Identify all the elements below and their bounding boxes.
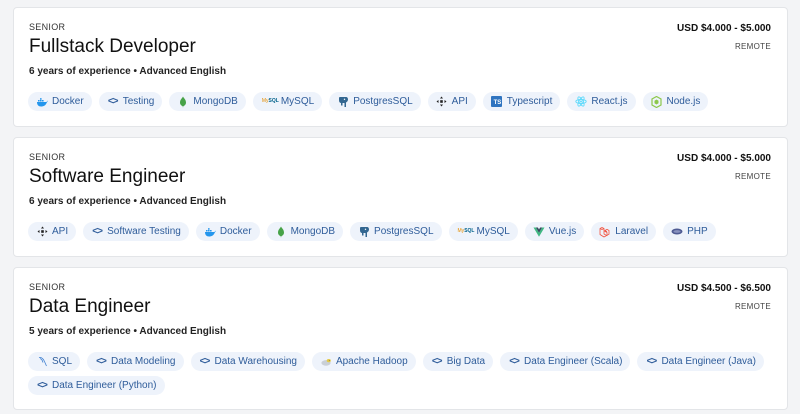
work-location: REMOTE [734, 172, 771, 181]
api-icon [436, 96, 448, 108]
salary-range: USD $4.000 - $5.000 [677, 23, 771, 34]
typescript-icon: TS [491, 96, 503, 108]
postgresql-icon [337, 96, 349, 108]
skill-tag-php[interactable]: PHP [663, 222, 716, 241]
code-icon: <> [509, 355, 520, 367]
api-icon [36, 226, 48, 238]
job-card[interactable]: SENIOR Data Engineer 5 years of experien… [13, 267, 788, 410]
skill-tag-sql[interactable]: SQL [28, 352, 81, 371]
skill-tag-postgressql[interactable]: PostgresSQL [350, 222, 442, 241]
skill-tag-label: Testing [122, 96, 155, 107]
skill-tag-docker[interactable]: Docker [28, 92, 92, 111]
job-title[interactable]: Data Engineer [29, 296, 150, 318]
skill-tag-react-js[interactable]: React.js [567, 92, 636, 111]
skill-tag-vue-js[interactable]: Vue.js [524, 222, 585, 241]
job-requirements: 6 years of experience • Advanced English [29, 66, 227, 77]
skill-tag-label: Data Engineer (Scala) [524, 356, 623, 367]
skill-tags: SQL <> Data Modeling <> Data Warehousing Apac… [28, 352, 768, 395]
code-icon: <> [199, 355, 211, 367]
salary-range: USD $4.000 - $5.000 [677, 153, 771, 164]
skill-tag-label: SQL [52, 356, 73, 367]
job-requirements: 5 years of experience • Advanced English [29, 326, 227, 337]
skill-tag-typescript[interactable]: TS Typescript [482, 92, 561, 111]
skill-tag-data-engineer-scala[interactable]: <> Data Engineer (Scala) [500, 352, 631, 371]
skill-tag-testing[interactable]: <> Testing [98, 92, 163, 111]
react-icon [575, 96, 588, 108]
mongodb-icon [177, 96, 189, 108]
sql-icon [36, 356, 48, 368]
job-title[interactable]: Fullstack Developer [29, 36, 196, 58]
skill-tag-label: MongoDB [290, 226, 336, 237]
skill-tag-label: Data Warehousing [214, 356, 297, 367]
skill-tag-label: MySQL [280, 96, 315, 107]
skill-tags: API <> Software Testing Docker MongoDB Postgr… [28, 222, 768, 241]
postgresql-icon [358, 226, 370, 238]
code-icon: <> [646, 355, 658, 367]
skill-tag-mysql[interactable]: MySQL MySQL [448, 222, 518, 241]
skill-tag-label: MongoDB [193, 96, 238, 107]
skill-tag-big-data[interactable]: <> Big Data [422, 352, 494, 371]
skill-tag-label: PHP [687, 226, 708, 237]
salary-range: USD $4.500 - $6.500 [677, 283, 771, 294]
skill-tag-data-engineer-python[interactable]: <> Data Engineer (Python) [28, 376, 165, 395]
vue-icon [533, 226, 545, 238]
skill-tag-docker[interactable]: Docker [195, 222, 260, 241]
hadoop-icon [320, 356, 332, 368]
seniority-level: SENIOR [29, 152, 66, 162]
skill-tag-label: API [451, 96, 468, 107]
code-icon: <> [431, 355, 443, 367]
skill-tag-data-warehousing[interactable]: <> Data Warehousing [190, 352, 305, 371]
skill-tag-label: API [52, 226, 69, 237]
skill-tag-label: Docker [219, 226, 252, 237]
mysql-icon: MySQL [457, 228, 475, 234]
skill-tag-label: Laravel [615, 226, 649, 237]
skill-tag-node-js[interactable]: Node.js [642, 92, 709, 111]
skill-tag-label: Data Engineer (Python) [52, 380, 157, 391]
skill-tag-laravel[interactable]: Laravel [591, 222, 657, 241]
job-card[interactable]: SENIOR Software Engineer 6 years of expe… [13, 137, 788, 257]
code-icon: <> [37, 379, 48, 391]
docker-icon [36, 96, 48, 108]
skill-tag-label: MySQL [476, 226, 510, 237]
code-icon: <> [96, 355, 107, 367]
skill-tag-software-testing[interactable]: <> Software Testing [83, 222, 189, 241]
seniority-level: SENIOR [29, 22, 66, 32]
seniority-level: SENIOR [29, 282, 66, 292]
job-title[interactable]: Software Engineer [29, 166, 185, 188]
skill-tag-label: Node.js [666, 96, 701, 107]
code-icon: <> [107, 95, 119, 107]
work-location: REMOTE [734, 42, 771, 51]
skill-tag-label: Data Modeling [111, 356, 176, 367]
mongodb-icon [275, 226, 287, 238]
skill-tag-label: Software Testing [107, 226, 181, 237]
docker-icon [204, 226, 216, 238]
skill-tag-data-modeling[interactable]: <> Data Modeling [87, 352, 184, 371]
skill-tag-label: PostgresSQL [353, 96, 413, 107]
skill-tag-api[interactable]: API [28, 222, 77, 241]
skill-tag-label: Data Engineer (Java) [661, 356, 756, 367]
skill-tag-postgressql[interactable]: PostgresSQL [329, 92, 421, 111]
skill-tag-mongodb[interactable]: MongoDB [169, 92, 246, 111]
job-requirements: 6 years of experience • Advanced English [29, 196, 227, 207]
php-icon [671, 226, 683, 238]
nodejs-icon [651, 95, 663, 108]
skill-tag-label: Apache Hadoop [335, 356, 408, 367]
skill-tag-mysql[interactable]: MySQL MySQL [252, 92, 323, 111]
mysql-icon: MySQL [261, 98, 279, 104]
skill-tag-label: Docker [52, 96, 84, 107]
code-icon: <> [92, 225, 103, 237]
skill-tag-data-engineer-java[interactable]: <> Data Engineer (Java) [637, 352, 764, 371]
skill-tags: Docker <> Testing MongoDB MySQL MySQL Postgres… [28, 92, 768, 111]
skill-tag-label: React.js [591, 96, 628, 107]
skill-tag-label: PostgresSQL [374, 226, 434, 237]
work-location: REMOTE [734, 302, 771, 311]
skill-tag-label: Vue.js [548, 226, 577, 237]
skill-tag-mongodb[interactable]: MongoDB [266, 222, 344, 241]
skill-tag-label: Typescript [506, 96, 553, 107]
job-card[interactable]: SENIOR Fullstack Developer 6 years of ex… [13, 7, 788, 127]
laravel-icon [599, 226, 611, 238]
skill-tag-api[interactable]: API [427, 92, 476, 111]
skill-tag-apache-hadoop[interactable]: Apache Hadoop [311, 352, 416, 371]
skill-tag-label: Big Data [446, 356, 486, 367]
